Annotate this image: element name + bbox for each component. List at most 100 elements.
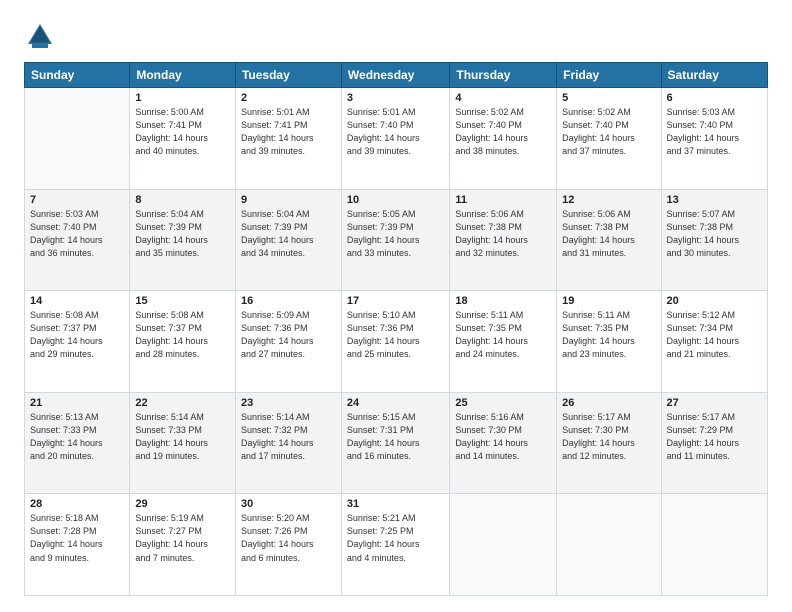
day-number: 21 [30, 397, 124, 409]
week-row-5: 28 Sunrise: 5:18 AM Sunset: 7:28 PM Dayli… [25, 494, 768, 596]
day-number: 17 [347, 295, 444, 307]
day-number: 14 [30, 295, 124, 307]
calendar-cell: 6Sunrise: 5:03 AM Sunset: 7:40 PM Daylig… [661, 88, 767, 190]
day-number: 25 [455, 397, 551, 409]
day-info: Sunrise: 5:06 AM Sunset: 7:38 PM Dayligh… [455, 208, 551, 260]
day-number: 28 [30, 498, 124, 510]
week-row-2: 7Sunrise: 5:03 AM Sunset: 7:40 PM Daylig… [25, 189, 768, 291]
day-info: Sunrise: 5:05 AM Sunset: 7:39 PM Dayligh… [347, 208, 444, 260]
calendar-cell: 22 Sunrise: 5:14 AM Sunset: 7:33 PM Dayli… [130, 392, 236, 494]
week-row-3: 14 Sunrise: 5:08 AM Sunset: 7:37 PM Dayli… [25, 291, 768, 393]
col-friday: Friday [557, 63, 661, 88]
day-info: Sunrise: 5:19 AM Sunset: 7:27 PM Dayligh… [135, 512, 230, 564]
calendar-cell: 5 Sunrise: 5:02 AM Sunset: 7:40 PM Daylig… [557, 88, 661, 190]
day-info: Sunrise: 5:10 AM Sunset: 7:36 PM Dayligh… [347, 309, 444, 361]
calendar-cell: 15 Sunrise: 5:08 AM Sunset: 7:37 PM Dayli… [130, 291, 236, 393]
header-row: SundayMondayTuesdayWednesdayThursdayFrid… [25, 63, 768, 88]
logo [24, 20, 62, 52]
day-info: Sunrise: 5:12 AM Sunset: 7:34 PM Dayligh… [667, 309, 762, 361]
day-info: Sunrise: 5:02 AM Sunset: 7:40 PM Dayligh… [455, 106, 551, 158]
day-number: 8 [135, 194, 230, 206]
day-info: Sunrise: 5:04 AM Sunset: 7:39 PM Dayligh… [135, 208, 230, 260]
week-row-4: 21 Sunrise: 5:13 AM Sunset: 7:33 PM Dayli… [25, 392, 768, 494]
calendar-cell: 21 Sunrise: 5:13 AM Sunset: 7:33 PM Dayli… [25, 392, 130, 494]
calendar-cell: 27Sunrise: 5:17 AM Sunset: 7:29 PM Dayli… [661, 392, 767, 494]
calendar-table: SundayMondayTuesdayWednesdayThursdayFrid… [24, 62, 768, 596]
day-number: 1 [135, 92, 230, 104]
page: SundayMondayTuesdayWednesdayThursdayFrid… [0, 0, 792, 612]
day-info: Sunrise: 5:21 AM Sunset: 7:25 PM Dayligh… [347, 512, 444, 564]
day-info: Sunrise: 5:17 AM Sunset: 7:29 PM Dayligh… [667, 411, 762, 463]
calendar-cell [557, 494, 661, 596]
calendar-cell: 7Sunrise: 5:03 AM Sunset: 7:40 PM Daylig… [25, 189, 130, 291]
day-info: Sunrise: 5:00 AM Sunset: 7:41 PM Dayligh… [135, 106, 230, 158]
day-number: 16 [241, 295, 336, 307]
calendar-cell: 10Sunrise: 5:05 AM Sunset: 7:39 PM Dayli… [341, 189, 449, 291]
calendar-cell [25, 88, 130, 190]
day-number: 29 [135, 498, 230, 510]
day-info: Sunrise: 5:11 AM Sunset: 7:35 PM Dayligh… [455, 309, 551, 361]
day-number: 12 [562, 194, 655, 206]
day-info: Sunrise: 5:06 AM Sunset: 7:38 PM Dayligh… [562, 208, 655, 260]
calendar-cell: 25 Sunrise: 5:16 AM Sunset: 7:30 PM Dayli… [450, 392, 557, 494]
day-number: 23 [241, 397, 336, 409]
day-number: 19 [562, 295, 655, 307]
calendar-cell: 23 Sunrise: 5:14 AM Sunset: 7:32 PM Dayli… [235, 392, 341, 494]
day-number: 5 [562, 92, 655, 104]
day-number: 11 [455, 194, 551, 206]
day-info: Sunrise: 5:02 AM Sunset: 7:40 PM Dayligh… [562, 106, 655, 158]
calendar-cell: 13 Sunrise: 5:07 AM Sunset: 7:38 PM Dayli… [661, 189, 767, 291]
col-thursday: Thursday [450, 63, 557, 88]
calendar-cell: 9Sunrise: 5:04 AM Sunset: 7:39 PM Daylig… [235, 189, 341, 291]
day-info: Sunrise: 5:17 AM Sunset: 7:30 PM Dayligh… [562, 411, 655, 463]
day-info: Sunrise: 5:11 AM Sunset: 7:35 PM Dayligh… [562, 309, 655, 361]
day-number: 18 [455, 295, 551, 307]
week-row-1: 1 Sunrise: 5:00 AM Sunset: 7:41 PM Daylig… [25, 88, 768, 190]
col-monday: Monday [130, 63, 236, 88]
calendar-cell: 30Sunrise: 5:20 AM Sunset: 7:26 PM Dayli… [235, 494, 341, 596]
day-info: Sunrise: 5:15 AM Sunset: 7:31 PM Dayligh… [347, 411, 444, 463]
calendar-cell: 12 Sunrise: 5:06 AM Sunset: 7:38 PM Dayli… [557, 189, 661, 291]
calendar-cell [661, 494, 767, 596]
calendar-cell: 18 Sunrise: 5:11 AM Sunset: 7:35 PM Dayli… [450, 291, 557, 393]
calendar-cell: 8 Sunrise: 5:04 AM Sunset: 7:39 PM Daylig… [130, 189, 236, 291]
calendar-cell: 24 Sunrise: 5:15 AM Sunset: 7:31 PM Dayli… [341, 392, 449, 494]
calendar-cell: 26Sunrise: 5:17 AM Sunset: 7:30 PM Dayli… [557, 392, 661, 494]
day-number: 3 [347, 92, 444, 104]
day-info: Sunrise: 5:14 AM Sunset: 7:33 PM Dayligh… [135, 411, 230, 463]
day-info: Sunrise: 5:04 AM Sunset: 7:39 PM Dayligh… [241, 208, 336, 260]
day-info: Sunrise: 5:01 AM Sunset: 7:41 PM Dayligh… [241, 106, 336, 158]
calendar-cell: 16 Sunrise: 5:09 AM Sunset: 7:36 PM Dayli… [235, 291, 341, 393]
calendar-cell: 1 Sunrise: 5:00 AM Sunset: 7:41 PM Daylig… [130, 88, 236, 190]
day-info: Sunrise: 5:13 AM Sunset: 7:33 PM Dayligh… [30, 411, 124, 463]
col-wednesday: Wednesday [341, 63, 449, 88]
day-number: 15 [135, 295, 230, 307]
day-number: 13 [667, 194, 762, 206]
day-info: Sunrise: 5:08 AM Sunset: 7:37 PM Dayligh… [135, 309, 230, 361]
calendar-cell: 28 Sunrise: 5:18 AM Sunset: 7:28 PM Dayli… [25, 494, 130, 596]
day-number: 7 [30, 194, 124, 206]
header [24, 20, 768, 52]
calendar-cell: 3 Sunrise: 5:01 AM Sunset: 7:40 PM Daylig… [341, 88, 449, 190]
calendar-cell: 29 Sunrise: 5:19 AM Sunset: 7:27 PM Dayli… [130, 494, 236, 596]
day-info: Sunrise: 5:16 AM Sunset: 7:30 PM Dayligh… [455, 411, 551, 463]
day-number: 4 [455, 92, 551, 104]
day-number: 22 [135, 397, 230, 409]
calendar-cell: 4 Sunrise: 5:02 AM Sunset: 7:40 PM Daylig… [450, 88, 557, 190]
calendar-cell: 31 Sunrise: 5:21 AM Sunset: 7:25 PM Dayli… [341, 494, 449, 596]
calendar-cell: 2 Sunrise: 5:01 AM Sunset: 7:41 PM Daylig… [235, 88, 341, 190]
day-info: Sunrise: 5:18 AM Sunset: 7:28 PM Dayligh… [30, 512, 124, 564]
calendar-cell [450, 494, 557, 596]
day-number: 2 [241, 92, 336, 104]
day-info: Sunrise: 5:14 AM Sunset: 7:32 PM Dayligh… [241, 411, 336, 463]
day-info: Sunrise: 5:07 AM Sunset: 7:38 PM Dayligh… [667, 208, 762, 260]
day-number: 31 [347, 498, 444, 510]
logo-icon [24, 20, 56, 52]
day-info: Sunrise: 5:01 AM Sunset: 7:40 PM Dayligh… [347, 106, 444, 158]
day-number: 20 [667, 295, 762, 307]
calendar-cell: 17 Sunrise: 5:10 AM Sunset: 7:36 PM Dayli… [341, 291, 449, 393]
day-info: Sunrise: 5:09 AM Sunset: 7:36 PM Dayligh… [241, 309, 336, 361]
col-saturday: Saturday [661, 63, 767, 88]
day-info: Sunrise: 5:03 AM Sunset: 7:40 PM Dayligh… [667, 106, 762, 158]
day-number: 24 [347, 397, 444, 409]
